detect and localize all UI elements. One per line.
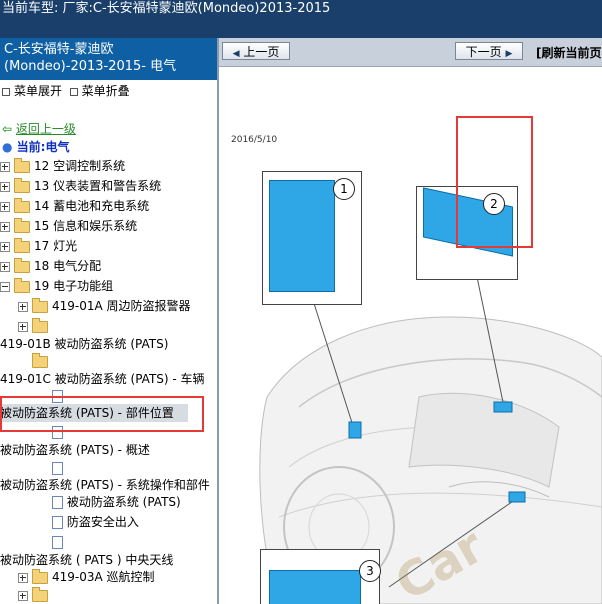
expand-icon[interactable]: [0, 181, 10, 192]
document-icon: [52, 462, 63, 475]
current-location: ● 当前:电气: [2, 138, 69, 156]
tree-item-419-01a[interactable]: 419-01A 周边防盗报警器: [18, 297, 191, 315]
document-icon: [52, 536, 63, 549]
control-module-part: [269, 180, 335, 292]
folder-icon: [32, 297, 48, 313]
window-title: 当前车型: 厂家:C-长安福特蒙迪欧(Mondeo)2013-2015: [2, 1, 331, 16]
expand-icon[interactable]: [18, 301, 28, 312]
tree-item-overview[interactable]: 被动防盗系统 (PATS) - 概述: [0, 441, 150, 459]
current-location-label: 当前:电气: [16, 140, 70, 154]
next-page-label: 下一页: [465, 45, 502, 59]
collapse-icon[interactable]: [0, 281, 10, 292]
tree-item-label: 419-01A 周边防盗报警器: [52, 299, 191, 313]
expand-icon[interactable]: [18, 321, 28, 332]
folder-icon: [14, 197, 30, 213]
tree-item-security[interactable]: 防盗安全出入: [52, 513, 139, 531]
tree-item-label: 419-01C 被动防盗系统 (PATS) - 车辆: [0, 372, 205, 386]
prev-page-label: 上一页: [243, 45, 280, 59]
expand-icon[interactable]: [18, 572, 28, 583]
square-icon: [69, 87, 78, 96]
folder-icon: [14, 257, 30, 273]
expand-all-link[interactable]: 菜单展开: [14, 84, 62, 98]
tree-item-label: 419-03A 巡航控制: [52, 570, 155, 584]
tree-item-label: 12 空调控制系统: [34, 159, 126, 173]
expand-icon[interactable]: [0, 161, 10, 172]
callout-number-1: 1: [333, 178, 355, 200]
tree-item-18[interactable]: 18 电气分配: [0, 257, 101, 275]
annotation-box-parts: [0, 396, 204, 432]
annotation-box-part-2: [456, 116, 533, 248]
tree-item-doc[interactable]: [52, 459, 63, 477]
diagram-area: 2016/5/10 1 2 3 Car: [219, 67, 602, 604]
folder-icon: [14, 157, 30, 173]
tree-item-15[interactable]: 15 信息和娱乐系统: [0, 217, 137, 235]
tree-item-12[interactable]: 12 空调控制系统: [0, 157, 125, 175]
back-link-row[interactable]: ⇦ 返回上一级: [2, 120, 76, 138]
prev-page-button[interactable]: ◀ 上一页: [222, 42, 290, 60]
tree-item-folder[interactable]: [18, 586, 52, 604]
left-arrow-icon: ◀: [232, 49, 240, 59]
refresh-current-page-link[interactable]: [刷新当前页: [536, 44, 602, 61]
expand-icon[interactable]: [18, 590, 28, 601]
document-icon: [52, 496, 63, 509]
tree-item-label: 19 电子功能组: [34, 279, 114, 293]
tree-item-419-01b[interactable]: 419-01B 被动防盗系统 (PATS): [0, 335, 168, 353]
folder-icon: [14, 217, 30, 233]
expand-icon[interactable]: [0, 221, 10, 232]
folder-open-icon: [32, 352, 48, 368]
tree-item-label: 13 仪表装置和警告系统: [34, 179, 162, 193]
tree-item-doc[interactable]: [52, 533, 63, 551]
tree-item-ops[interactable]: 被动防盗系统 (PATS) - 系统操作和部件: [0, 476, 210, 494]
folder-icon: [14, 177, 30, 193]
tree-item-label: 14 蓄电池和充电系统: [34, 199, 150, 213]
expand-collapse-bar: 菜单展开 菜单折叠: [0, 80, 217, 102]
tree-item-419-01c[interactable]: 419-01C 被动防盗系统 (PATS) - 车辆: [0, 370, 205, 388]
tree-item-label: 419-01B 被动防盗系统 (PATS): [0, 337, 169, 351]
tree-item-19[interactable]: 19 电子功能组: [0, 277, 113, 295]
tree-item-label: 15 信息和娱乐系统: [34, 219, 138, 233]
back-link[interactable]: 返回上一级: [16, 122, 76, 136]
tree-item-17[interactable]: 17 灯光: [0, 237, 77, 255]
tree-item-13[interactable]: 13 仪表装置和警告系统: [0, 177, 161, 195]
tree-item-14[interactable]: 14 蓄电池和充电系统: [0, 197, 149, 215]
tree-item-folder-open[interactable]: [30, 352, 52, 370]
right-arrow-icon: ▶: [505, 49, 513, 59]
tree-item-pats[interactable]: 被动防盗系统 (PATS): [52, 493, 181, 511]
tree-item-label: 被动防盗系统 (PATS) - 概述: [0, 443, 150, 457]
left-panel-title: C-长安福特-蒙迪欧(Mondeo)-2013-2015- 电气: [0, 38, 217, 80]
expand-icon[interactable]: [0, 201, 10, 212]
next-page-button[interactable]: 下一页 ▶: [455, 42, 523, 60]
tree-item-label: 被动防盗系统 (PATS) - 系统操作和部件: [0, 478, 210, 492]
tree-item-label: 被动防盗系统 (PATS): [66, 495, 181, 509]
square-icon: [2, 87, 10, 96]
left-nav-panel: C-长安福特-蒙迪欧(Mondeo)-2013-2015- 电气 菜单展开 菜单…: [0, 38, 219, 604]
tree-item-419-03a[interactable]: 419-03A 巡航控制: [18, 568, 155, 586]
folder-icon: [14, 237, 30, 253]
expand-icon[interactable]: [0, 241, 10, 252]
location-pin-icon: ●: [2, 140, 13, 154]
car-illustration: [259, 271, 602, 604]
folder-icon: [32, 586, 48, 602]
expand-icon[interactable]: [0, 261, 10, 272]
document-icon: [52, 516, 63, 529]
window-title-bar: 当前车型: 厂家:C-长安福特蒙迪欧(Mondeo)2013-2015: [0, 0, 602, 38]
antenna-part: [269, 570, 361, 604]
callout-number-3: 3: [359, 560, 381, 582]
tree-item-antenna[interactable]: 被动防盗系统 ( PATS ) 中央天线: [0, 551, 173, 569]
tree-item-label: 17 灯光: [34, 239, 78, 253]
content-panel: ◀ 上一页 下一页 ▶ [刷新当前页 2016/5/10 1 2 3 Car: [219, 38, 602, 604]
tree-item-folder[interactable]: [18, 317, 52, 335]
folder-icon: [32, 317, 48, 333]
folder-open-icon: [14, 277, 30, 293]
callout-box-1: 1: [262, 171, 362, 305]
page-nav-bar: ◀ 上一页 下一页 ▶ [刷新当前页: [219, 38, 602, 67]
callout-box-3: 3: [260, 549, 381, 604]
tree-item-label: 被动防盗系统 ( PATS ) 中央天线: [0, 553, 174, 567]
tree-item-label: 防盗安全出入: [66, 515, 139, 529]
collapse-all-link[interactable]: 菜单折叠: [82, 84, 130, 98]
tree-item-label: 18 电气分配: [34, 259, 102, 273]
folder-icon: [32, 568, 48, 584]
back-arrow-icon: ⇦: [2, 122, 13, 136]
